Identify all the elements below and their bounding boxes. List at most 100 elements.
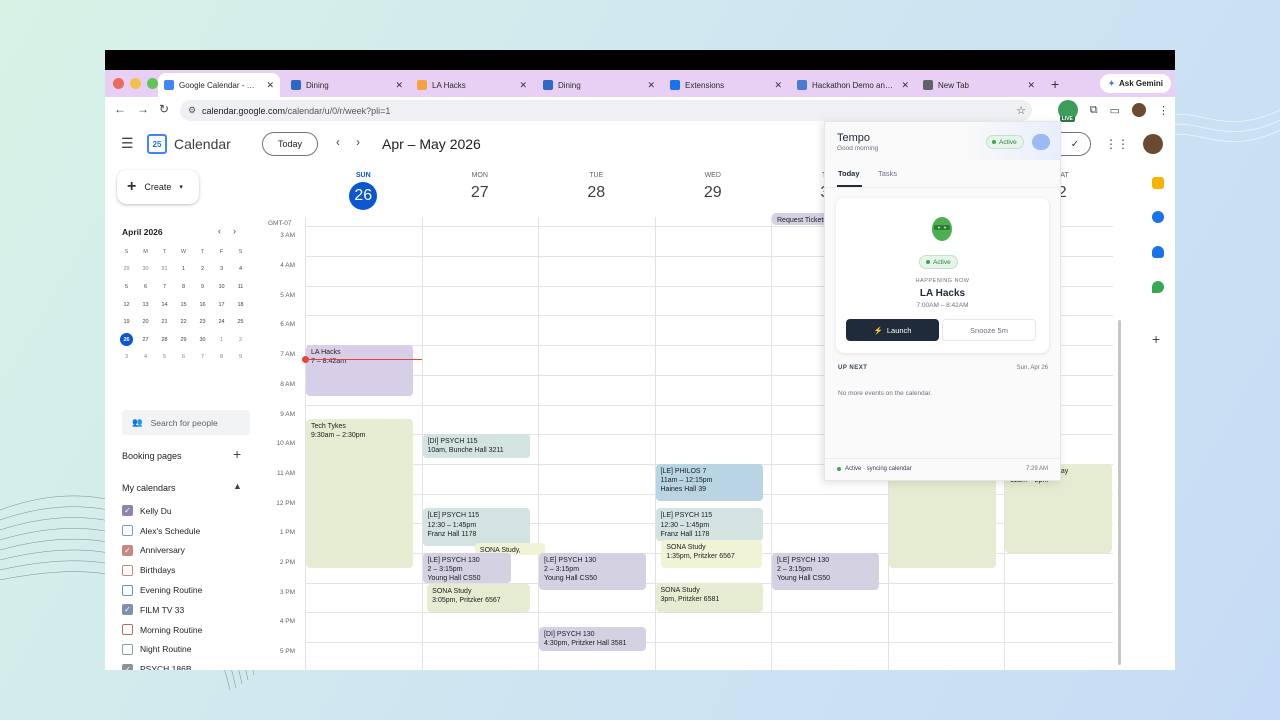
calendar-event[interactable]: Tech Tykes 9:30am – 2:30pm xyxy=(306,419,414,568)
reading-mode-icon[interactable]: ▭ xyxy=(1110,104,1120,117)
close-window-button[interactable] xyxy=(113,78,124,89)
mini-calendar-day[interactable]: 9 xyxy=(193,278,212,296)
contacts-icon[interactable] xyxy=(1152,246,1164,258)
calendar-event[interactable]: SONA Study 1:35pm, Pritzker 6567 xyxy=(661,539,762,568)
day-number[interactable]: 26 xyxy=(349,182,378,210)
checkbox[interactable]: ✓ xyxy=(122,505,133,517)
mini-calendar-day[interactable]: 10 xyxy=(212,278,231,296)
calendar-event[interactable]: [DI] PSYCH 130 4:30pm, Pritzker Hall 3581 xyxy=(539,627,647,651)
checkbox[interactable] xyxy=(122,584,133,596)
mini-calendar-day[interactable]: 13 xyxy=(136,296,155,314)
mini-calendar-day[interactable]: 6 xyxy=(136,278,155,296)
bookmark-star-icon[interactable]: ☆ xyxy=(1016,104,1026,117)
account-avatar[interactable] xyxy=(1143,134,1163,154)
forward-arrow-icon[interactable]: → xyxy=(137,102,149,116)
mini-calendar-day[interactable]: 2 xyxy=(193,261,212,279)
day-header[interactable]: WED 29 xyxy=(655,165,772,217)
mini-calendar-day[interactable]: 4 xyxy=(136,349,155,367)
browser-tab[interactable]: New Tab ✕ xyxy=(917,73,1041,97)
day-number[interactable]: 27 xyxy=(422,184,539,202)
launch-button[interactable]: ⚡ Launch xyxy=(846,319,939,341)
calendar-item[interactable]: Birthdays xyxy=(122,560,202,580)
close-tab-icon[interactable]: ✕ xyxy=(647,80,655,91)
browser-menu-icon[interactable]: ⋮ xyxy=(1158,104,1169,117)
checkbox[interactable]: ✓ xyxy=(122,544,133,556)
mini-calendar-day[interactable]: 2 xyxy=(231,331,250,349)
tempo-tab-tasks[interactable]: Tasks xyxy=(878,169,897,178)
mini-calendar-day[interactable]: 5 xyxy=(117,278,136,296)
browser-tab[interactable]: LA Hacks ✕ xyxy=(411,73,533,97)
main-menu-icon[interactable]: ☰ xyxy=(121,135,134,152)
calendar-event[interactable]: LA Hacks 7 – 8:42am xyxy=(306,345,414,396)
address-bar[interactable]: ⚙ calendar.google.com/calendar/u/0/r/wee… xyxy=(180,100,1032,121)
mini-calendar-day[interactable]: 25 xyxy=(231,313,250,331)
tempo-tab-today[interactable]: Today xyxy=(838,169,860,178)
calendar-event[interactable]: [LE] PSYCH 115 12:30 – 1:45pm Franz Hall 1… xyxy=(655,508,763,542)
reload-icon[interactable]: ↻ xyxy=(159,102,169,116)
back-arrow-icon[interactable]: ← xyxy=(114,102,126,116)
snooze-button[interactable]: Snooze 5m xyxy=(942,319,1036,341)
mini-calendar-day[interactable]: 14 xyxy=(155,296,174,314)
mini-calendar-day[interactable]: 16 xyxy=(193,296,212,314)
google-apps-icon[interactable]: ⋮⋮ xyxy=(1105,137,1129,151)
close-tab-icon[interactable]: ✕ xyxy=(266,80,274,91)
mini-calendar-day[interactable]: 29 xyxy=(117,261,136,279)
close-tab-icon[interactable]: ✕ xyxy=(901,80,909,91)
checkbox[interactable] xyxy=(122,564,133,576)
calendar-event[interactable]: SONA Study 3pm, Pritzker 6581 xyxy=(655,582,763,613)
mini-calendar-day[interactable]: 3 xyxy=(212,261,231,279)
mini-calendar-day[interactable]: 9 xyxy=(231,349,250,367)
mini-calendar-day[interactable]: 5 xyxy=(155,349,174,367)
calendar-item[interactable]: Alex's Schedule xyxy=(122,521,202,541)
checkbox[interactable] xyxy=(122,643,133,655)
checkbox[interactable]: ✓ xyxy=(122,604,133,616)
my-calendars-label[interactable]: My calendars xyxy=(122,483,176,493)
calendar-event[interactable]: [LE] PSYCH 130 2 – 3:15pm Young Hall CS50 xyxy=(772,553,880,591)
browser-tab[interactable]: Extensions ✕ xyxy=(664,73,788,97)
profile-avatar[interactable] xyxy=(1132,103,1146,117)
checkbox[interactable] xyxy=(122,525,133,537)
close-tab-icon[interactable]: ✕ xyxy=(774,80,782,91)
mini-calendar-day[interactable]: 1 xyxy=(212,331,231,349)
tempo-toggle[interactable] xyxy=(1032,134,1050,150)
calendar-item[interactable]: Evening Routine xyxy=(122,580,202,600)
mini-calendar-day[interactable]: 30 xyxy=(136,261,155,279)
mini-calendar-day[interactable]: 19 xyxy=(117,313,136,331)
keep-icon[interactable] xyxy=(1152,177,1164,189)
close-tab-icon[interactable]: ✕ xyxy=(1027,80,1035,91)
calendar-item[interactable]: Night Routine xyxy=(122,640,202,660)
tasks-view-icon[interactable]: ✓ xyxy=(1060,133,1090,155)
mini-calendar-day[interactable]: 8 xyxy=(212,349,231,367)
search-people-input[interactable]: 👥 Search for people xyxy=(122,410,250,435)
calendar-event[interactable]: SONA Study 3:05pm, Pritzker 6567 xyxy=(427,584,530,613)
extensions-puzzle-icon[interactable]: ⧉ xyxy=(1090,104,1098,117)
mini-prev-month-icon[interactable]: ‹ xyxy=(218,226,221,236)
mini-calendar-day[interactable]: 3 xyxy=(117,349,136,367)
day-header[interactable]: MON 27 xyxy=(422,165,539,217)
new-tab-button[interactable]: + xyxy=(1051,76,1059,92)
calendar-event[interactable]: [LE] PSYCH 130 2 – 3:15pm Young Hall CS50 xyxy=(422,553,512,583)
browser-tab[interactable]: Dining ✕ xyxy=(285,73,409,97)
day-header[interactable]: SUN 26 xyxy=(305,165,422,217)
calendar-item[interactable]: ✓ PSYCH 186B xyxy=(122,659,202,670)
checkbox[interactable]: ✓ xyxy=(122,663,133,670)
checkbox[interactable] xyxy=(122,624,133,636)
maps-icon[interactable] xyxy=(1152,281,1164,293)
mini-calendar-day[interactable]: 22 xyxy=(174,313,193,331)
mini-calendar-day[interactable]: 24 xyxy=(212,313,231,331)
mini-calendar-day[interactable]: 11 xyxy=(231,278,250,296)
mini-calendar-day[interactable]: 18 xyxy=(231,296,250,314)
day-number[interactable]: 29 xyxy=(655,184,772,202)
calendar-event[interactable]: [DI] PSYCH 115 10am, Bunche Hall 3211 xyxy=(422,434,530,458)
mini-calendar-day[interactable]: 1 xyxy=(174,261,193,279)
mini-calendar-day[interactable]: 21 xyxy=(155,313,174,331)
next-week-icon[interactable]: › xyxy=(356,135,360,149)
mini-calendar-day[interactable]: 20 xyxy=(136,313,155,331)
calendar-item[interactable]: ✓ FILM TV 33 xyxy=(122,600,202,620)
mini-calendar-day[interactable]: 26 xyxy=(120,333,133,347)
today-button[interactable]: Today xyxy=(262,132,318,156)
close-tab-icon[interactable]: ✕ xyxy=(519,80,527,91)
mini-calendar-day[interactable]: 15 xyxy=(174,296,193,314)
add-addon-icon[interactable]: + xyxy=(1152,331,1160,347)
tasks-icon[interactable] xyxy=(1152,211,1164,223)
